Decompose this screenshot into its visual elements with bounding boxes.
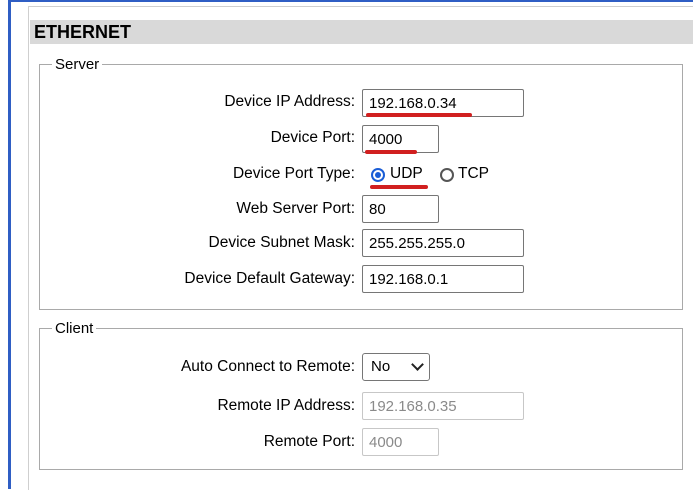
udp-radio[interactable] [371,168,385,182]
tcp-radio[interactable] [440,168,454,182]
port-type-label: Device Port Type: [232,165,355,182]
server-legend: Server [55,56,100,73]
udp-radio-label[interactable]: UDP [390,164,423,184]
web-port-label: Web Server Port: [236,200,355,217]
auto-connect-value: No [371,358,391,375]
window-left-border [8,0,11,489]
gateway-input[interactable] [362,265,524,293]
subnet-input[interactable] [362,229,524,257]
subnet-label: Device Subnet Mask: [208,234,355,251]
web-port-input[interactable] [362,195,439,223]
section-title: ETHERNET [30,20,693,44]
auto-connect-label: Auto Connect to Remote: [180,358,355,375]
remote-port-input[interactable] [362,428,439,456]
window-top-border [8,0,693,2]
annotation-underline-udp [370,185,428,189]
chevron-down-icon [411,358,424,371]
remote-ip-input[interactable] [362,392,524,420]
remote-port-label: Remote Port: [263,433,355,450]
remote-ip-label: Remote IP Address: [217,397,355,414]
tcp-radio-label[interactable]: TCP [458,164,489,184]
gateway-label: Device Default Gateway: [184,270,355,287]
client-legend: Client [55,320,94,337]
auto-connect-select[interactable]: No [362,353,430,381]
device-port-label: Device Port: [270,129,355,146]
device-port-input[interactable] [362,125,439,153]
device-ip-label: Device IP Address: [224,93,355,110]
annotation-underline-ip [366,113,472,117]
annotation-underline-port [365,150,417,154]
